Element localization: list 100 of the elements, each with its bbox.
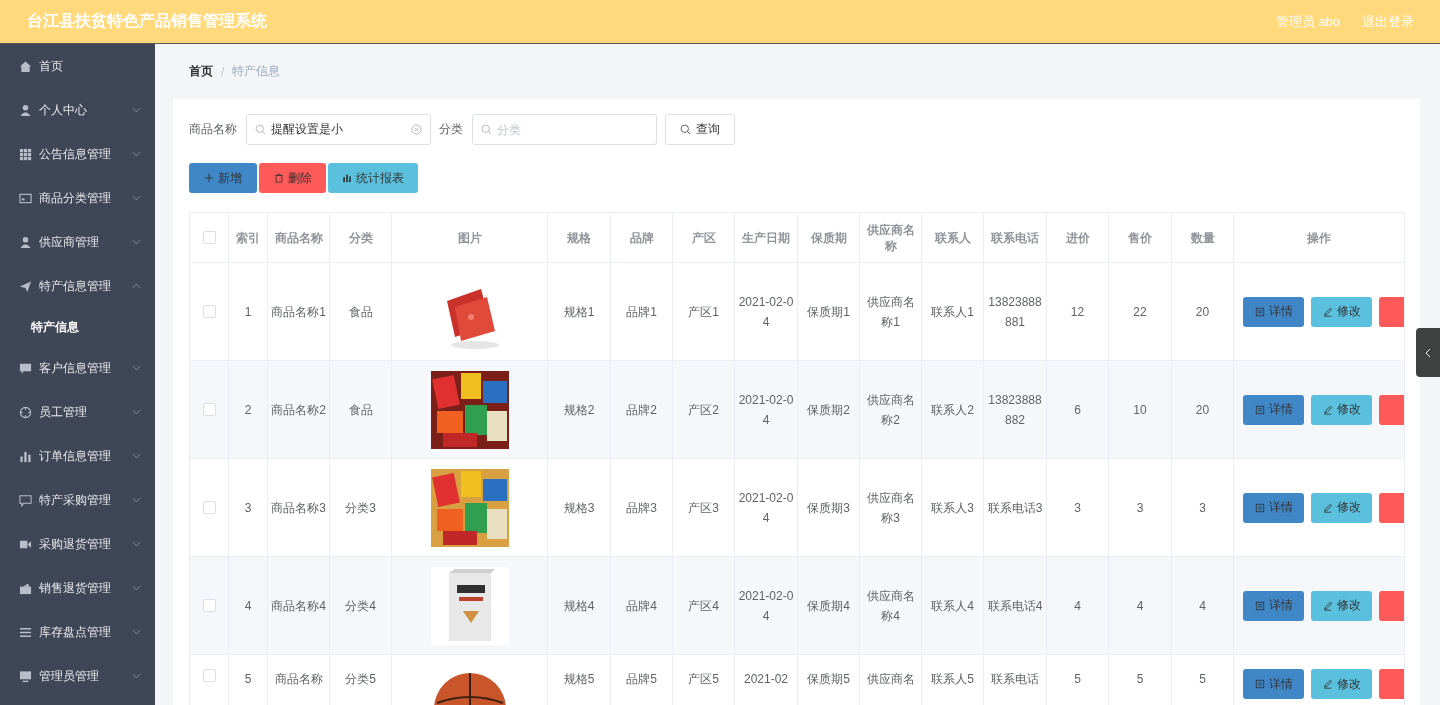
person-icon [19,235,32,249]
table-cell-text: 2021-02-04 [738,587,794,625]
menu-item[interactable]: 供应商管理 [0,220,155,264]
table-cell-text: 4 [244,597,252,615]
table-cell-text: 规格5 [563,671,595,688]
pencil-icon [1322,306,1333,317]
edit-button[interactable]: 修改 [1311,492,1372,523]
trash-icon [273,173,284,183]
table-cell-text: 6 [1074,401,1081,419]
menu-item[interactable]: 采购退货管理 [0,522,155,566]
column-header: 数量 [1190,229,1215,246]
menu-item[interactable]: 销售退货管理 [0,566,155,610]
table-cell-text: 产区1 [688,303,719,321]
table-cell-text: 规格4 [563,597,595,615]
list-icon [19,625,32,639]
column-header: 分类 [348,229,373,246]
table-cell-text: 商品名称2 [271,401,326,419]
table-cell-text: 2021-02-04 [738,391,794,429]
document-icon [1254,502,1265,513]
table-cell-text: 商品名称4 [271,597,326,615]
document-icon [1254,404,1265,415]
document-icon [1254,306,1265,317]
wallet-icon [19,581,32,595]
table-cell-text: 品牌2 [626,401,657,419]
checkbox[interactable] [202,669,216,682]
table-cell-text: 产区2 [688,401,719,419]
delete-button[interactable]: 删除 [259,163,326,193]
menu-item[interactable]: 客户信息管理 [0,346,155,390]
table-cell-text: 食品 [348,401,373,419]
query-button[interactable]: 查询 [665,114,735,145]
edit-button[interactable]: 修改 [1311,394,1372,425]
menu-item[interactable]: 管理员管理 [0,654,155,698]
table-cell-text: 12 [1070,303,1085,321]
table-cell-text: 供应商名称3 [865,489,916,527]
edit-button[interactable]: 修改 [1311,590,1372,621]
collapse-tab[interactable] [1416,328,1440,377]
table-cell-text: 商品名称3 [271,499,326,517]
table-cell-text: 2 [244,401,252,419]
user-name: 管理员 abo [1275,12,1340,31]
picture-frame-icon [19,191,32,205]
app-title: 台江县扶贫特色产品销售管理系统 [27,11,267,31]
search-icon [680,124,691,135]
search-field[interactable]: 提醒设置是小 [246,114,431,145]
submenu-item[interactable]: 特产信息 [0,308,155,346]
search-icon [481,124,492,135]
table-cell-text: 供应商名称2 [865,391,916,429]
table-cell-text: 供应商名 [866,671,915,688]
clear-icon[interactable] [411,124,422,135]
menu-item[interactable]: 商品分类管理 [0,176,155,220]
checkbox[interactable] [202,305,216,318]
report-button[interactable]: 统计报表 [328,163,418,193]
table-cell-text: 3 [1074,499,1081,517]
table-cell-text: 分类5 [345,671,376,688]
table-cell-text: 保质期4 [807,597,850,615]
document-icon [1254,679,1265,689]
table-cell-text: 5 [1074,671,1081,688]
table-cell-text: 13823888881 [987,293,1043,331]
table-cell-text: 5 [244,671,252,688]
checkbox[interactable] [202,599,216,612]
checkbox[interactable] [202,501,216,514]
column-header: 商品名称 [274,229,323,246]
table-cell-text: 联系电话 [991,671,1039,688]
checkbox[interactable] [202,403,216,416]
table-cell-text: 分类4 [345,597,376,615]
table-cell-text: 联系人4 [931,597,974,615]
paper-plane-icon [19,279,32,293]
table-cell-text: 商品名称 [274,671,323,688]
field-label: 商品名称 [189,121,237,138]
menu-item[interactable]: 首页 [0,44,155,88]
table-cell-text: 3 [244,499,252,517]
table-cell-text: 联系电话3 [987,499,1043,517]
menu-item[interactable]: 公告信息管理 [0,132,155,176]
table-cell-text: 10 [1133,401,1147,419]
edit-button[interactable]: 修改 [1311,296,1372,327]
menu-item[interactable]: 个人中心 [0,88,155,132]
table-cell-text: 规格1 [563,303,595,321]
column-header: 索引 [236,229,260,246]
search-field[interactable]: 分类 [472,114,657,145]
table-cell-text: 联系人3 [931,499,974,517]
menu-item[interactable]: 库存盘点管理 [0,610,155,654]
column-header: 联系电话 [991,229,1039,246]
checkbox[interactable] [202,231,216,244]
menu-item[interactable]: 订单信息管理 [0,434,155,478]
breadcrumb-link[interactable]: 首页 [189,63,213,80]
pencil-icon [1322,679,1333,689]
menu-item[interactable]: 员工管理 [0,390,155,434]
table-cell-text: 规格2 [563,401,595,419]
field-label: 分类 [439,121,463,138]
table-cell-text: 2021-02-04 [738,489,794,527]
table-cell-text: 规格3 [563,499,595,517]
breadcrumb-separator: / [221,64,225,79]
column-header: 进价 [1065,229,1090,246]
column-header: 品牌 [629,229,654,246]
table-cell-text: 品牌1 [626,303,657,321]
menu-item[interactable]: 特产采购管理 [0,478,155,522]
table-cell-text: 保质期5 [807,671,850,688]
table-cell-text: 产区5 [688,671,719,688]
edit-button[interactable]: 修改 [1311,669,1372,699]
menu-item[interactable]: 特产信息管理 [0,264,155,308]
table-cell-text: 联系电话4 [987,597,1043,615]
